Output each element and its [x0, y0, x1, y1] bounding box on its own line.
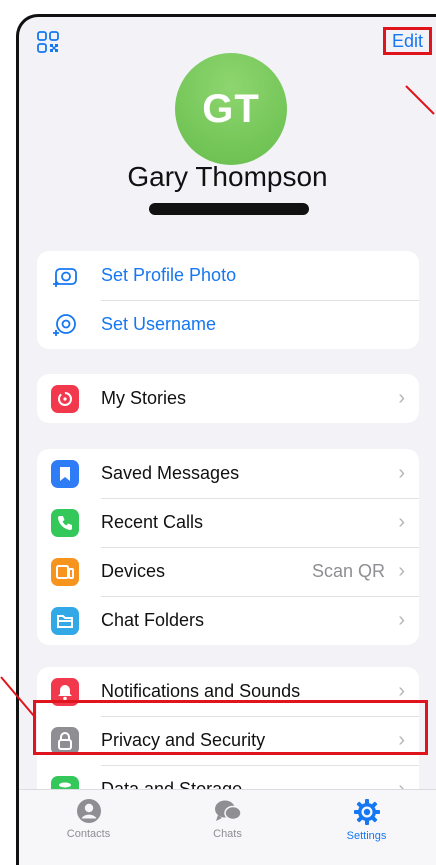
account-group: Set Profile Photo Set Username	[37, 251, 419, 349]
set-profile-photo-row[interactable]: Set Profile Photo	[37, 251, 419, 300]
lock-icon	[51, 727, 79, 755]
camera-plus-icon	[53, 268, 77, 287]
chevron-right-icon: ›	[398, 609, 405, 631]
tab-bar: Contacts Chats Settings	[19, 789, 436, 865]
annotation-pointer-line	[405, 85, 435, 115]
settings-screen: Edit GT Gary Thompson Set Profile Photo …	[16, 14, 436, 865]
tab-chats[interactable]: Chats	[158, 790, 297, 865]
set-username-label: Set Username	[101, 314, 217, 334]
recent-calls-label: Recent Calls	[101, 512, 204, 532]
privacy-and-security-row[interactable]: Privacy and Security ›	[37, 716, 419, 765]
bell-icon	[51, 678, 79, 706]
gear-icon	[353, 799, 380, 825]
set-profile-photo-label: Set Profile Photo	[101, 265, 237, 285]
notifications-and-sounds-label: Notifications and Sounds	[101, 681, 301, 701]
set-username-row[interactable]: Set Username	[37, 300, 419, 349]
tab-contacts-label: Contacts	[66, 828, 111, 840]
tab-settings-label: Settings	[346, 830, 387, 842]
chat-folders-label: Chat Folders	[101, 610, 205, 630]
stories-group: My Stories ›	[37, 374, 419, 423]
chevron-right-icon: ›	[398, 729, 405, 751]
bookmark-icon	[51, 460, 79, 488]
folder-icon	[51, 607, 79, 635]
avatar-initials: GT	[202, 86, 260, 131]
devices-icon	[51, 558, 79, 586]
my-stories-row[interactable]: My Stories ›	[37, 374, 419, 423]
chevron-right-icon: ›	[398, 560, 405, 582]
at-plus-icon	[53, 314, 76, 336]
profile-name: Gary Thompson	[127, 161, 328, 192]
my-stories-label: My Stories	[101, 388, 187, 408]
chevron-right-icon: ›	[398, 387, 405, 409]
devices-label: Devices	[101, 561, 166, 581]
main-group: Saved Messages › Recent Calls › Devices …	[37, 449, 419, 645]
saved-messages-label: Saved Messages	[101, 463, 240, 483]
chat-bubbles-icon	[214, 800, 242, 821]
chevron-right-icon: ›	[398, 680, 405, 702]
saved-messages-row[interactable]: Saved Messages ›	[37, 449, 419, 498]
person-icon	[76, 799, 101, 823]
tab-settings[interactable]: Settings	[297, 790, 436, 865]
tab-contacts[interactable]: Contacts	[19, 790, 158, 865]
redacted-phone-number	[149, 203, 309, 215]
annotation-pointer-line	[0, 676, 35, 717]
scan-qr-value: Scan QR	[311, 561, 385, 581]
chevron-right-icon: ›	[398, 462, 405, 484]
edit-button[interactable]: Edit	[382, 27, 432, 55]
chat-folders-row[interactable]: Chat Folders ›	[37, 596, 419, 645]
stories-icon	[51, 385, 79, 413]
notifications-and-sounds-row[interactable]: Notifications and Sounds ›	[37, 667, 419, 716]
privacy-and-security-label: Privacy and Security	[101, 730, 266, 750]
avatar[interactable]: GT	[175, 53, 287, 165]
chevron-right-icon: ›	[398, 511, 405, 533]
tab-chats-label: Chats	[213, 828, 242, 840]
qr-code-icon[interactable]	[37, 31, 59, 53]
recent-calls-row[interactable]: Recent Calls ›	[37, 498, 419, 547]
phone-icon	[51, 509, 79, 537]
devices-row[interactable]: Devices Scan QR ›	[37, 547, 419, 596]
